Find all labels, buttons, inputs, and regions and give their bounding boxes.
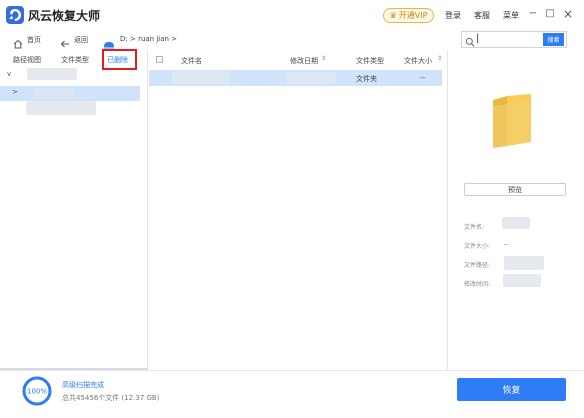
tab-path-view[interactable]: 路径视图	[13, 55, 41, 65]
select-all-checkbox[interactable]	[156, 56, 163, 63]
support-link[interactable]: 客服	[474, 10, 490, 21]
column-header-type[interactable]: 文件类型	[356, 56, 384, 66]
progress-label: 100%	[27, 388, 47, 396]
search-icon	[465, 33, 475, 52]
vip-label: 开通VIP	[398, 11, 428, 20]
app-title: 风云恢复大师	[28, 9, 101, 23]
cell-file-size: --	[420, 74, 426, 82]
app-logo-icon	[6, 6, 24, 24]
tree-item-label-blurred	[34, 88, 74, 99]
breadcrumb-path[interactable]: D: > ruan jian >	[120, 35, 177, 43]
modified-date-blurred	[286, 72, 336, 84]
label-file-size: 文件大小:	[464, 243, 491, 250]
crown-icon: ♛	[389, 11, 397, 20]
column-header-modified[interactable]: 修改日期	[290, 56, 318, 66]
deleted-tab-highlight	[102, 49, 137, 70]
tab-file-type[interactable]: 文件类型	[61, 55, 89, 65]
tree-root-label-blurred[interactable]	[27, 68, 77, 80]
modified-time-value-blurred	[503, 274, 541, 287]
file-name-blurred	[172, 71, 230, 85]
text-cursor: |	[476, 33, 480, 44]
file-name-value-blurred	[502, 217, 530, 229]
minimize-button[interactable]: −	[527, 8, 539, 20]
panel-divider	[447, 50, 448, 370]
file-path-value-blurred	[504, 256, 544, 270]
progress-ring: 100%	[21, 375, 53, 411]
label-file-name: 文件名:	[464, 224, 485, 231]
login-link[interactable]: 登录	[445, 10, 461, 21]
home-link[interactable]: 首页	[27, 35, 41, 45]
sort-icon[interactable]: ⇕	[437, 55, 442, 62]
bottom-divider	[0, 370, 584, 371]
column-header-size[interactable]: 文件大小	[404, 56, 432, 66]
sort-icon[interactable]: ⇕	[321, 55, 326, 62]
recover-button[interactable]: 恢复	[457, 378, 566, 401]
close-button[interactable]: ×	[562, 8, 574, 20]
maximize-button[interactable]: □	[544, 8, 556, 20]
column-header-name[interactable]: 文件名	[181, 56, 202, 66]
back-link[interactable]: 返回	[74, 35, 88, 45]
vip-button[interactable]: ♛ 开通VIP	[383, 8, 434, 23]
preview-button[interactable]: 预览	[464, 183, 566, 196]
file-summary-text: 总共45456个文件 (12.37 GB)	[62, 394, 160, 402]
label-file-path: 文件路径:	[464, 262, 491, 269]
tree-item-arrow-icon[interactable]: >	[12, 88, 18, 96]
file-size-value: --	[504, 241, 509, 248]
menu-link[interactable]: 菜单	[503, 10, 519, 21]
tree-expand-icon[interactable]: v	[7, 70, 11, 78]
scan-status-text: 高级扫描完成	[62, 381, 104, 389]
label-modified-time: 修改时间:	[464, 281, 491, 288]
search-button[interactable]: 搜索	[543, 33, 564, 46]
cell-file-type: 文件夹	[356, 75, 377, 83]
folder-icon	[491, 92, 535, 154]
tree-item-blurred	[26, 101, 96, 115]
